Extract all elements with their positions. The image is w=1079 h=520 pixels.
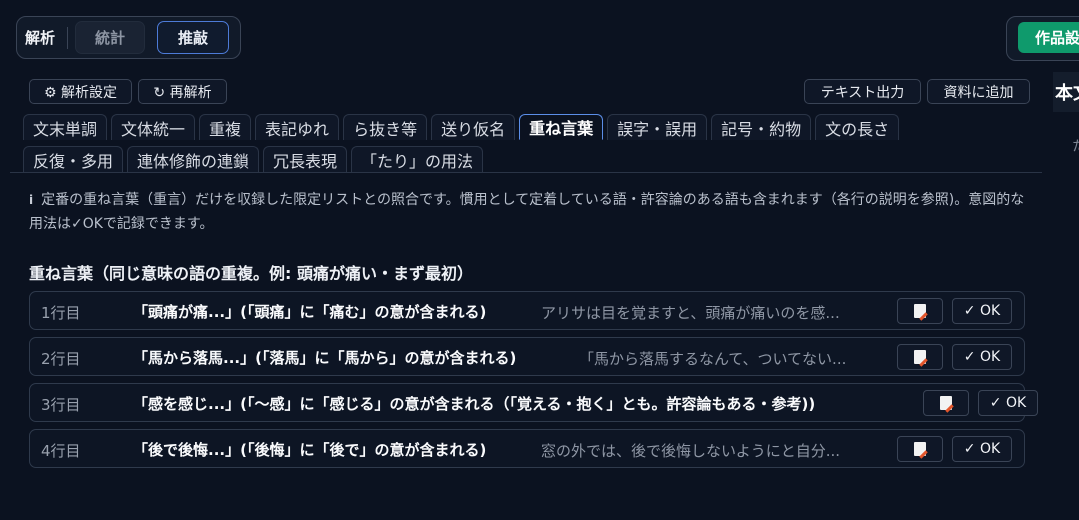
line-number: 4行目 bbox=[41, 442, 81, 460]
tab-row-2: 反復・多用 連体修飾の連鎖 冗長表現 「たり」の用法 bbox=[23, 146, 484, 172]
tab-rentai[interactable]: 連体修飾の連鎖 bbox=[127, 146, 260, 172]
edit-mode-button[interactable]: 推敲 bbox=[157, 21, 230, 54]
edit-icon-button[interactable] bbox=[897, 298, 943, 324]
mode-divider bbox=[67, 26, 69, 49]
tab-goji[interactable]: 誤字・誤用 bbox=[607, 114, 708, 140]
side-panel-title: 本文 bbox=[1053, 72, 1079, 112]
ok-button[interactable]: ✓ OK bbox=[952, 344, 1012, 370]
work-settings-button[interactable]: 作品設 bbox=[1018, 22, 1079, 53]
tab-kasane-kotoba[interactable]: 重ね言葉 bbox=[519, 114, 604, 140]
tab-buntai[interactable]: 文体統一 bbox=[111, 114, 196, 140]
ok-button[interactable]: ✓ OK bbox=[978, 390, 1038, 416]
tab-jouchou[interactable]: 冗長表現 bbox=[263, 146, 348, 172]
stats-mode-button[interactable]: 統計 bbox=[75, 21, 146, 54]
result-row: 2行目 「馬から落馬...」(「落馬」に「馬から」の意が含まれる) 「馬から落馬… bbox=[29, 337, 1025, 376]
result-row: 3行目 「感を感じ...」(「〜感」に「感じる」の意が含まれる（「覚える・抱く」… bbox=[29, 383, 1038, 422]
edit-icon-button[interactable] bbox=[897, 436, 943, 462]
tab-kigou[interactable]: 記号・約物 bbox=[711, 114, 812, 140]
mode-bar: 解析 統計 推敲 bbox=[16, 16, 241, 59]
tab-bun-nagasa[interactable]: 文の長さ bbox=[815, 114, 900, 140]
memo-icon bbox=[914, 442, 926, 456]
memo-icon bbox=[940, 396, 952, 410]
text-excerpt[interactable]: 窓の外では、後で後悔しないようにと自分... bbox=[541, 440, 886, 461]
issue-description: 「後で後悔...」(「後悔」に「後で」の意が含まれる) bbox=[133, 441, 487, 459]
issue-description: 「感を感じ...」(「〜感」に「感じる」の意が含まれる（「覚える・抱く」とも。許… bbox=[133, 395, 816, 413]
reanalyze-button[interactable]: ↻ 再解析 bbox=[138, 79, 227, 104]
result-row: 1行目 「頭痛が痛...」(「頭痛」に「痛む」の意が含まれる) アリサは目を覚ま… bbox=[29, 291, 1025, 330]
tab-tari[interactable]: 「たり」の用法 bbox=[351, 146, 484, 172]
memo-icon bbox=[914, 350, 926, 364]
issue-description: 「頭痛が痛...」(「頭痛」に「痛む」の意が含まれる) bbox=[133, 303, 487, 321]
info-note: i 定番の重ね言葉（重言）だけを収録した限定リストとの照合です。慣用として定着して… bbox=[29, 188, 1029, 236]
text-export-button[interactable]: テキスト出力 bbox=[804, 79, 921, 104]
text-excerpt[interactable]: アリサは目を覚ますと、頭痛が痛いのを感... bbox=[541, 302, 886, 323]
tab-row-1: 文末単調 文体統一 重複 表記ゆれ ら抜き等 送り仮名 重ね言葉 誤字・誤用 記… bbox=[23, 114, 900, 140]
ok-button[interactable]: ✓ OK bbox=[952, 436, 1012, 462]
ok-button[interactable]: ✓ OK bbox=[952, 298, 1012, 324]
memo-icon bbox=[914, 304, 926, 318]
line-number: 3行目 bbox=[41, 396, 81, 414]
info-text: 定番の重ね言葉（重言）だけを収録した限定リストとの照合です。慣用として定着してい… bbox=[29, 192, 1025, 232]
mode-label: 解析 bbox=[25, 29, 56, 47]
result-row: 4行目 「後で後悔...」(「後悔」に「後で」の意が含まれる) 窓の外では、後で… bbox=[29, 429, 1025, 468]
tab-hyouki-yure[interactable]: 表記ゆれ bbox=[255, 114, 340, 140]
line-number: 2行目 bbox=[41, 350, 81, 368]
side-panel-text: た bbox=[1072, 136, 1079, 156]
add-to-material-button[interactable]: 資料に追加 bbox=[927, 79, 1030, 104]
line-number: 1行目 bbox=[41, 304, 81, 322]
tab-divider bbox=[10, 172, 1042, 173]
text-excerpt[interactable]: 「馬から落馬するなんて、ついてない... bbox=[579, 348, 886, 369]
tab-ranuki[interactable]: ら抜き等 bbox=[343, 114, 428, 140]
edit-icon-button[interactable] bbox=[923, 390, 969, 416]
tab-okurigana[interactable]: 送り仮名 bbox=[431, 114, 516, 140]
issue-description: 「馬から落馬...」(「落馬」に「馬から」の意が含まれる) bbox=[133, 349, 517, 367]
info-icon: i bbox=[29, 193, 34, 207]
edit-icon-button[interactable] bbox=[897, 344, 943, 370]
analysis-settings-button[interactable]: ⚙ 解析設定 bbox=[29, 79, 132, 104]
tab-bunmatsu[interactable]: 文末単調 bbox=[23, 114, 108, 140]
tab-choufuku[interactable]: 重複 bbox=[199, 114, 252, 140]
section-title: 重ね言葉（同じ意味の語の重複。例: 頭痛が痛い・まず最初） bbox=[29, 264, 473, 283]
tab-hanpuku[interactable]: 反復・多用 bbox=[23, 146, 124, 172]
